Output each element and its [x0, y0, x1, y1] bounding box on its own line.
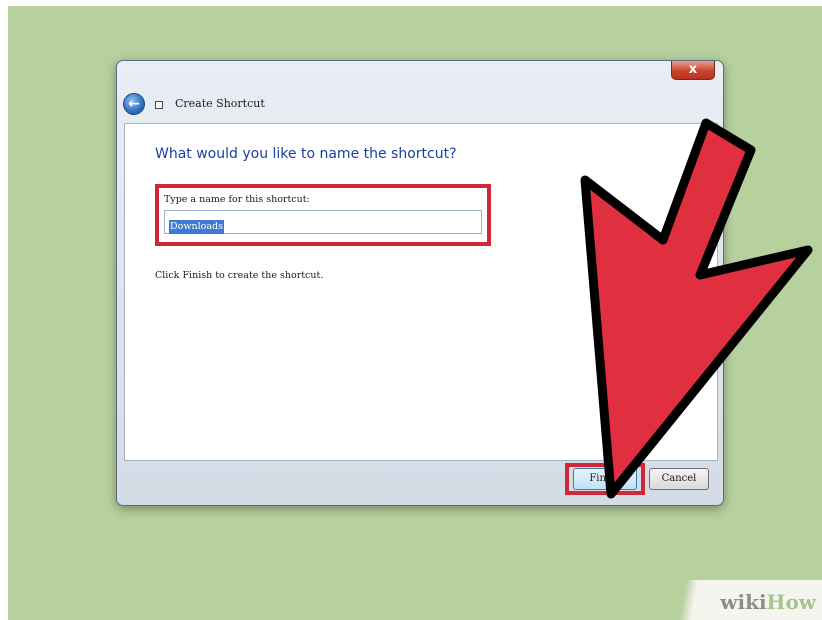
shortcut-icon — [155, 101, 163, 109]
back-arrow-icon: ← — [128, 96, 140, 112]
cancel-button[interactable]: Cancel — [649, 468, 709, 490]
dialog-titlebar: ← Create Shortcut — [117, 89, 723, 119]
image-border-top — [0, 0, 822, 6]
shortcut-name-value: Downloads — [169, 220, 224, 234]
wikihow-watermark: wikiHow — [670, 580, 822, 620]
finish-button[interactable]: Finish — [573, 468, 637, 490]
dialog-title: Create Shortcut — [175, 97, 265, 110]
dialog-footer: Finish Cancel — [124, 461, 718, 497]
back-button[interactable]: ← — [123, 93, 145, 115]
create-shortcut-dialog: x ← Create Shortcut What would you like … — [116, 60, 724, 506]
shortcut-name-input[interactable]: Downloads — [164, 210, 482, 234]
page-heading: What would you like to name the shortcut… — [155, 146, 457, 162]
close-button[interactable]: x — [671, 61, 715, 80]
name-field-label: Type a name for this shortcut: — [164, 194, 310, 205]
image-border-left — [0, 0, 8, 620]
wikihow-logo: wikiHow — [720, 590, 816, 614]
name-field-highlight: Type a name for this shortcut: Downloads — [155, 184, 491, 246]
close-icon: x — [688, 62, 698, 77]
dialog-content: What would you like to name the shortcut… — [124, 123, 718, 461]
finish-instruction: Click Finish to create the shortcut. — [155, 270, 324, 281]
